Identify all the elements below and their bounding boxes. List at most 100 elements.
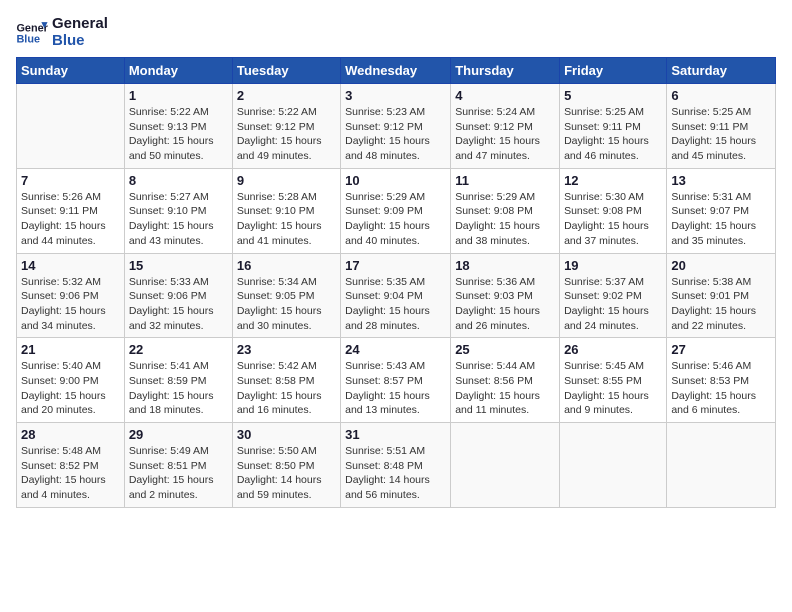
day-number: 29: [129, 427, 228, 442]
col-monday: Monday: [124, 58, 232, 84]
logo-icon: General Blue: [16, 19, 48, 47]
day-info: Sunrise: 5:22 AM Sunset: 9:13 PM Dayligh…: [129, 105, 228, 164]
day-number: 22: [129, 342, 228, 357]
day-number: 3: [345, 88, 446, 103]
calendar-cell: 15 Sunrise: 5:33 AM Sunset: 9:06 PM Dayli…: [124, 253, 232, 338]
day-number: 26: [564, 342, 662, 357]
day-number: 23: [237, 342, 336, 357]
page-header: General Blue General Blue: [16, 16, 776, 49]
calendar-cell: 3 Sunrise: 5:23 AM Sunset: 9:12 PM Daylig…: [341, 84, 451, 169]
day-info: Sunrise: 5:35 AM Sunset: 9:04 PM Dayligh…: [345, 275, 446, 334]
svg-text:Blue: Blue: [16, 33, 40, 45]
calendar-week-row: 21Sunrise: 5:40 AM Sunset: 9:00 PM Dayli…: [17, 338, 776, 423]
calendar-cell: 30 Sunrise: 5:50 AM Sunset: 8:50 PM Dayli…: [232, 423, 340, 508]
day-info: Sunrise: 5:29 AM Sunset: 9:08 PM Dayligh…: [455, 190, 555, 249]
calendar-week-row: 7 Sunrise: 5:26 AM Sunset: 9:11 PM Daylig…: [17, 168, 776, 253]
day-number: 17: [345, 258, 446, 273]
day-number: 28: [21, 427, 120, 442]
day-number: 7: [21, 173, 120, 188]
col-thursday: Thursday: [451, 58, 560, 84]
day-number: 16: [237, 258, 336, 273]
day-info: Sunrise: 5:50 AM Sunset: 8:50 PM Dayligh…: [237, 444, 336, 503]
day-info: Sunrise: 5:46 AM Sunset: 8:53 PM Dayligh…: [671, 359, 771, 418]
calendar-cell: 9 Sunrise: 5:28 AM Sunset: 9:10 PM Daylig…: [232, 168, 340, 253]
day-info: Sunrise: 5:48 AM Sunset: 8:52 PM Dayligh…: [21, 444, 120, 503]
calendar-cell: 26 Sunrise: 5:45 AM Sunset: 8:55 PM Dayli…: [560, 338, 667, 423]
logo-blue: Blue: [52, 33, 108, 50]
day-number: 11: [455, 173, 555, 188]
day-info: Sunrise: 5:45 AM Sunset: 8:55 PM Dayligh…: [564, 359, 662, 418]
day-info: Sunrise: 5:44 AM Sunset: 8:56 PM Dayligh…: [455, 359, 555, 418]
day-number: 15: [129, 258, 228, 273]
calendar-cell: 5Sunrise: 5:25 AM Sunset: 9:11 PM Daylig…: [560, 84, 667, 169]
day-info: Sunrise: 5:32 AM Sunset: 9:06 PM Dayligh…: [21, 275, 120, 334]
day-number: 27: [671, 342, 771, 357]
day-number: 18: [455, 258, 555, 273]
calendar-cell: 29 Sunrise: 5:49 AM Sunset: 8:51 PM Dayli…: [124, 423, 232, 508]
day-number: 19: [564, 258, 662, 273]
day-info: Sunrise: 5:23 AM Sunset: 9:12 PM Dayligh…: [345, 105, 446, 164]
calendar-cell: 13 Sunrise: 5:31 AM Sunset: 9:07 PM Dayli…: [667, 168, 776, 253]
day-info: Sunrise: 5:38 AM Sunset: 9:01 PM Dayligh…: [671, 275, 771, 334]
logo-general: General: [52, 16, 108, 33]
day-number: 30: [237, 427, 336, 442]
day-number: 5: [564, 88, 662, 103]
calendar-cell: [667, 423, 776, 508]
calendar-cell: 27 Sunrise: 5:46 AM Sunset: 8:53 PM Dayli…: [667, 338, 776, 423]
day-info: Sunrise: 5:43 AM Sunset: 8:57 PM Dayligh…: [345, 359, 446, 418]
calendar-cell: 28 Sunrise: 5:48 AM Sunset: 8:52 PM Dayli…: [17, 423, 125, 508]
day-info: Sunrise: 5:36 AM Sunset: 9:03 PM Dayligh…: [455, 275, 555, 334]
calendar-cell: 18 Sunrise: 5:36 AM Sunset: 9:03 PM Dayli…: [451, 253, 560, 338]
col-friday: Friday: [560, 58, 667, 84]
col-sunday: Sunday: [17, 58, 125, 84]
day-info: Sunrise: 5:29 AM Sunset: 9:09 PM Dayligh…: [345, 190, 446, 249]
calendar-cell: 10 Sunrise: 5:29 AM Sunset: 9:09 PM Dayli…: [341, 168, 451, 253]
col-wednesday: Wednesday: [341, 58, 451, 84]
col-tuesday: Tuesday: [232, 58, 340, 84]
day-info: Sunrise: 5:28 AM Sunset: 9:10 PM Dayligh…: [237, 190, 336, 249]
day-info: Sunrise: 5:42 AM Sunset: 8:58 PM Dayligh…: [237, 359, 336, 418]
day-number: 13: [671, 173, 771, 188]
day-info: Sunrise: 5:41 AM Sunset: 8:59 PM Dayligh…: [129, 359, 228, 418]
day-info: Sunrise: 5:30 AM Sunset: 9:08 PM Dayligh…: [564, 190, 662, 249]
calendar-cell: 23 Sunrise: 5:42 AM Sunset: 8:58 PM Dayli…: [232, 338, 340, 423]
calendar-header-row: Sunday Monday Tuesday Wednesday Thursday…: [17, 58, 776, 84]
day-number: 14: [21, 258, 120, 273]
day-number: 1: [129, 88, 228, 103]
calendar-week-row: 14 Sunrise: 5:32 AM Sunset: 9:06 PM Dayli…: [17, 253, 776, 338]
day-number: 8: [129, 173, 228, 188]
calendar-cell: 16 Sunrise: 5:34 AM Sunset: 9:05 PM Dayli…: [232, 253, 340, 338]
calendar-cell: 4Sunrise: 5:24 AM Sunset: 9:12 PM Daylig…: [451, 84, 560, 169]
calendar-cell: 12 Sunrise: 5:30 AM Sunset: 9:08 PM Dayli…: [560, 168, 667, 253]
day-number: 9: [237, 173, 336, 188]
day-info: Sunrise: 5:49 AM Sunset: 8:51 PM Dayligh…: [129, 444, 228, 503]
calendar-cell: 21Sunrise: 5:40 AM Sunset: 9:00 PM Dayli…: [17, 338, 125, 423]
calendar-cell: [451, 423, 560, 508]
calendar-cell: [560, 423, 667, 508]
day-number: 31: [345, 427, 446, 442]
calendar-cell: 19 Sunrise: 5:37 AM Sunset: 9:02 PM Dayli…: [560, 253, 667, 338]
day-info: Sunrise: 5:33 AM Sunset: 9:06 PM Dayligh…: [129, 275, 228, 334]
day-number: 21: [21, 342, 120, 357]
day-info: Sunrise: 5:34 AM Sunset: 9:05 PM Dayligh…: [237, 275, 336, 334]
day-number: 10: [345, 173, 446, 188]
day-info: Sunrise: 5:37 AM Sunset: 9:02 PM Dayligh…: [564, 275, 662, 334]
day-info: Sunrise: 5:31 AM Sunset: 9:07 PM Dayligh…: [671, 190, 771, 249]
calendar-cell: 22 Sunrise: 5:41 AM Sunset: 8:59 PM Dayli…: [124, 338, 232, 423]
calendar-cell: 1 Sunrise: 5:22 AM Sunset: 9:13 PM Daylig…: [124, 84, 232, 169]
calendar-cell: 24 Sunrise: 5:43 AM Sunset: 8:57 PM Dayli…: [341, 338, 451, 423]
day-number: 25: [455, 342, 555, 357]
day-info: Sunrise: 5:27 AM Sunset: 9:10 PM Dayligh…: [129, 190, 228, 249]
calendar-table: Sunday Monday Tuesday Wednesday Thursday…: [16, 57, 776, 508]
calendar-cell: 11 Sunrise: 5:29 AM Sunset: 9:08 PM Dayli…: [451, 168, 560, 253]
day-number: 4: [455, 88, 555, 103]
day-info: Sunrise: 5:26 AM Sunset: 9:11 PM Dayligh…: [21, 190, 120, 249]
day-info: Sunrise: 5:51 AM Sunset: 8:48 PM Dayligh…: [345, 444, 446, 503]
logo: General Blue General Blue: [16, 16, 108, 49]
day-info: Sunrise: 5:22 AM Sunset: 9:12 PM Dayligh…: [237, 105, 336, 164]
day-number: 6: [671, 88, 771, 103]
day-number: 24: [345, 342, 446, 357]
calendar-cell: 8 Sunrise: 5:27 AM Sunset: 9:10 PM Daylig…: [124, 168, 232, 253]
day-info: Sunrise: 5:25 AM Sunset: 9:11 PM Dayligh…: [671, 105, 771, 164]
day-number: 12: [564, 173, 662, 188]
